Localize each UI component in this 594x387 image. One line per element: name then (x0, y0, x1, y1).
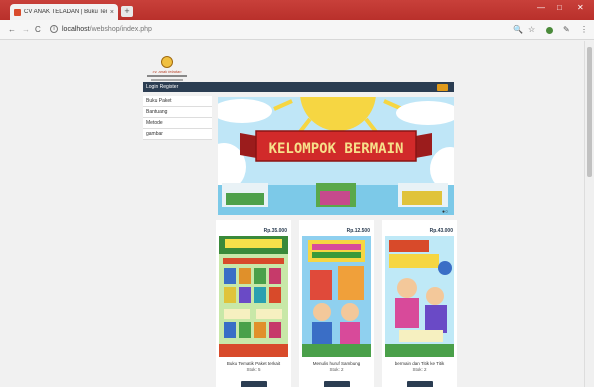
browser-menu-icon[interactable]: ⋮ (580, 25, 588, 34)
product-card[interactable]: Rp.35.000 Buku Tematik Paket terkait Sto… (216, 220, 291, 387)
book-cover-image (302, 236, 371, 357)
page-scrollbar[interactable] (584, 41, 594, 387)
banner-slider[interactable]: KELOMPOK BERMAIN (218, 97, 454, 215)
sidebar-item-metode[interactable]: Metode (143, 118, 212, 129)
browser-titlebar: CV ANAK TELADAN | Buku Tema × + — □ ✕ (0, 0, 594, 20)
browser-tab[interactable]: CV ANAK TELADAN | Buku Tema × (10, 4, 118, 20)
browser-toolbar: ← → C i localhost/webshop/index.php 🔍 ☆ … (0, 20, 594, 40)
product-name: bermain dan Titik ke Titik (394, 361, 445, 366)
site-info-icon[interactable]: i (50, 25, 58, 33)
product-price: Rp.43.000 (429, 228, 453, 234)
close-window-icon[interactable]: ✕ (577, 3, 584, 12)
site-navbar: Login Register (143, 82, 454, 92)
product-stock: Stok: 2 (329, 367, 344, 372)
bookmark-star-icon[interactable]: ☆ (528, 25, 535, 34)
logo-subline (147, 75, 187, 77)
product-price: Rp.12.500 (346, 228, 370, 234)
maximize-icon[interactable]: □ (557, 3, 562, 12)
product-name: Menulis huruf Sambung (312, 361, 361, 366)
product-name: Buku Tematik Paket terkait (226, 361, 281, 366)
buy-button[interactable] (241, 381, 267, 387)
login-register-link[interactable]: Login Register (146, 84, 178, 90)
product-card[interactable]: Rp.43.000 bermain dan Titik ke Titik Sto… (382, 220, 457, 387)
buy-button[interactable] (407, 381, 433, 387)
book-cover-image (385, 236, 454, 357)
product-card[interactable]: Rp.12.500 Menulis huruf Sambung Stok: 2 (299, 220, 374, 387)
product-stock: Stok: 5 (246, 367, 261, 372)
product-stock: Stok: 2 (412, 367, 427, 372)
logo-text: cv. anak teladan (152, 69, 182, 74)
url-host: localhost (62, 26, 90, 33)
tab-close-icon[interactable]: × (110, 9, 114, 16)
extension-icon[interactable] (546, 27, 553, 34)
minimize-icon[interactable]: — (537, 3, 545, 12)
logo-emblem-icon (161, 56, 173, 68)
cart-button[interactable] (437, 84, 448, 91)
product-grid: Rp.35.000 Buku Tematik Paket terkait Sto… (216, 220, 458, 387)
buy-button[interactable] (324, 381, 350, 387)
url-path: /webshop/index.php (89, 26, 152, 33)
reload-icon[interactable]: C (35, 25, 41, 34)
book-cover-image (219, 236, 288, 357)
zoom-icon[interactable]: 🔍 (513, 25, 523, 34)
extension-pen-icon[interactable]: ✎ (563, 25, 570, 34)
forward-icon[interactable]: → (22, 25, 30, 34)
sidebar-item-gambar[interactable]: gambar (143, 129, 212, 140)
slider-dots[interactable]: ●○ (442, 209, 448, 215)
sidebar-item-buku-paket[interactable]: Buku Paket (143, 96, 212, 107)
scroll-thumb[interactable] (587, 47, 592, 177)
banner-text: KELOMPOK BERMAIN (269, 141, 404, 157)
address-bar[interactable]: localhost/webshop/index.php (62, 24, 152, 35)
category-sidebar: Buku Paket Bantuang Metode gambar (143, 96, 212, 140)
back-icon[interactable]: ← (8, 25, 16, 34)
new-tab-button[interactable]: + (121, 6, 133, 17)
sidebar-item-bantuang[interactable]: Bantuang (143, 107, 212, 118)
favicon-icon (14, 8, 21, 16)
logo-subline (151, 79, 183, 81)
banner-image: KELOMPOK BERMAIN (218, 97, 454, 215)
product-price: Rp.35.000 (263, 228, 287, 234)
site-logo[interactable]: cv. anak teladan (143, 56, 191, 83)
tab-title: CV ANAK TELADAN | Buku Tema (24, 9, 107, 15)
